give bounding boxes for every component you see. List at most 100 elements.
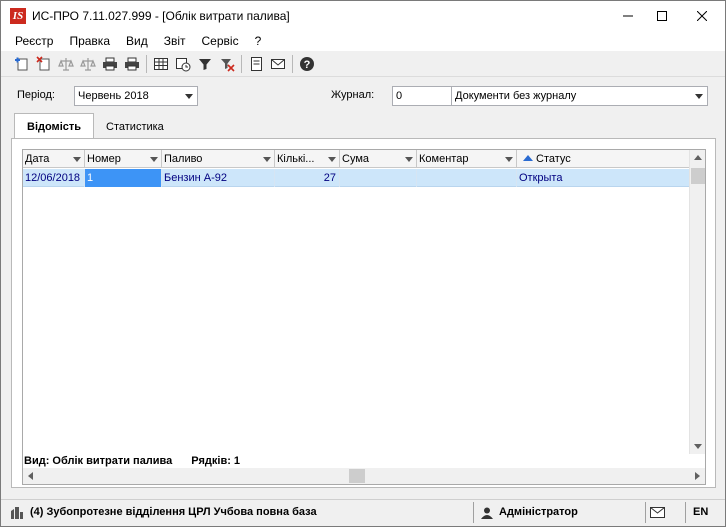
column-header-label: Паливо (164, 153, 203, 165)
scales-icon (58, 57, 74, 71)
chevron-down-icon (185, 94, 193, 99)
table-row[interactable]: 12/06/2018 1 Бензин А-92 27 Открыта (23, 169, 690, 187)
scales-down-icon (80, 57, 96, 71)
column-header-number[interactable]: Номер (85, 150, 162, 168)
scrollbar-thumb[interactable] (691, 168, 705, 184)
cell-status[interactable]: Открыта (517, 169, 690, 187)
view-name-label: Вид: Облік витрати палива (24, 455, 173, 467)
delete-document-button[interactable] (33, 53, 55, 75)
clear-filter-button[interactable] (216, 53, 238, 75)
period-select[interactable]: Червень 2018 (74, 86, 198, 106)
add-document-button[interactable] (11, 53, 33, 75)
menu-item-registry[interactable]: Реєстр (7, 31, 61, 51)
close-button[interactable] (679, 1, 725, 31)
calendar-clock-button[interactable] (172, 53, 194, 75)
chevron-down-icon (505, 157, 513, 162)
mail-status[interactable] (650, 503, 665, 522)
calendar-clock-icon (176, 57, 191, 71)
scroll-up-icon[interactable] (694, 155, 702, 160)
maximize-icon (657, 11, 667, 21)
chevron-down-icon (150, 157, 158, 162)
tab-strip: Відомість Статистика (11, 113, 176, 139)
column-header-label: Статус (536, 153, 571, 165)
status-bar: (4) Зубопротезне відділення ЦРЛ Учбова п… (1, 499, 725, 526)
scrollbar-thumb[interactable] (349, 469, 365, 483)
menu-item-edit[interactable]: Правка (61, 31, 118, 51)
cell-number[interactable]: 1 (85, 169, 162, 187)
close-icon (697, 11, 707, 21)
scroll-down-icon[interactable] (694, 444, 702, 449)
maximize-button[interactable] (645, 1, 679, 31)
menu-item-report[interactable]: Звіт (156, 31, 194, 51)
journal-label: Журнал: (331, 89, 375, 101)
user-name: Адміністратор (499, 506, 578, 518)
chevron-down-icon (263, 157, 271, 162)
table-grid-button[interactable] (150, 53, 172, 75)
clear-filter-icon (221, 58, 235, 72)
help-button[interactable]: ? (296, 53, 318, 75)
status-divider (685, 502, 686, 523)
menu-item-view[interactable]: Вид (118, 31, 156, 51)
print-preview-button[interactable] (121, 53, 143, 75)
email-button[interactable] (267, 53, 289, 75)
chevron-down-icon (695, 94, 703, 99)
tab-statistics[interactable]: Статистика (94, 115, 176, 139)
scroll-right-icon[interactable] (695, 472, 700, 480)
toolbar-separator (292, 54, 293, 73)
journal-value: Документи без журналу (455, 90, 577, 102)
cell-quantity[interactable]: 27 (275, 169, 340, 187)
cell-comment[interactable] (417, 169, 517, 187)
column-header-label: Коментар (419, 153, 469, 165)
cell-date[interactable]: 12/06/2018 (23, 169, 85, 187)
print-preview-icon (125, 57, 139, 70)
data-grid: Дата Номер Паливо Кількі... Сума Комента… (22, 149, 706, 485)
column-header-label: Кількі... (277, 153, 315, 165)
menu-bar: Реєстр Правка Вид Звіт Сервіс ? (1, 31, 725, 51)
column-header-label: Номер (87, 153, 121, 165)
column-header-quantity[interactable]: Кількі... (275, 150, 340, 168)
row-count-label: Рядків: 1 (191, 455, 241, 467)
minimize-icon (623, 15, 633, 17)
document-button[interactable] (245, 53, 267, 75)
filter-row: Період: Червень 2018 Журнал: 0 Документи… (1, 81, 725, 111)
window-title: ИС-ПРО 7.11.027.999 - [Облік витрати пал… (32, 9, 290, 23)
menu-item-help[interactable]: ? (247, 31, 270, 51)
column-header-date[interactable]: Дата (23, 150, 85, 168)
building-icon (11, 506, 23, 519)
chevron-down-icon (328, 157, 336, 162)
chevron-down-icon (405, 157, 413, 162)
cell-fuel[interactable]: Бензин А-92 (162, 169, 275, 187)
column-header-label: Дата (25, 153, 50, 165)
minimize-button[interactable] (611, 1, 645, 31)
window-controls (611, 1, 725, 31)
column-header-fuel[interactable]: Паливо (162, 150, 275, 168)
horizontal-scrollbar[interactable] (23, 468, 705, 484)
column-header-status[interactable]: Статус (517, 150, 690, 168)
toolbar-separator (241, 54, 242, 73)
user-icon (481, 507, 493, 519)
help-icon: ? (300, 56, 314, 71)
scroll-left-icon[interactable] (28, 472, 33, 480)
status-divider (473, 502, 474, 523)
chevron-down-icon (73, 157, 81, 162)
tab-statement[interactable]: Відомість (14, 113, 95, 139)
user-status: Адміністратор (481, 503, 578, 522)
journal-code-field[interactable]: 0 (392, 86, 452, 106)
journal-select[interactable]: Документи без журналу (451, 86, 708, 106)
column-header-sum[interactable]: Сума (340, 150, 417, 168)
delete-document-icon (36, 55, 50, 70)
document-icon (251, 56, 262, 71)
status-divider (645, 502, 646, 523)
print-button[interactable] (99, 53, 121, 75)
toolbar: ? (1, 51, 725, 77)
cell-sum[interactable] (340, 169, 417, 187)
period-label: Період: (17, 89, 55, 101)
scales-button[interactable] (55, 53, 77, 75)
menu-item-service[interactable]: Сервіс (194, 31, 247, 51)
filter-button[interactable] (194, 53, 216, 75)
scales-down-button[interactable] (77, 53, 99, 75)
vertical-scrollbar[interactable] (689, 150, 705, 454)
language-indicator[interactable]: EN (693, 503, 708, 522)
column-header-comment[interactable]: Коментар (417, 150, 517, 168)
toolbar-separator (146, 54, 147, 73)
